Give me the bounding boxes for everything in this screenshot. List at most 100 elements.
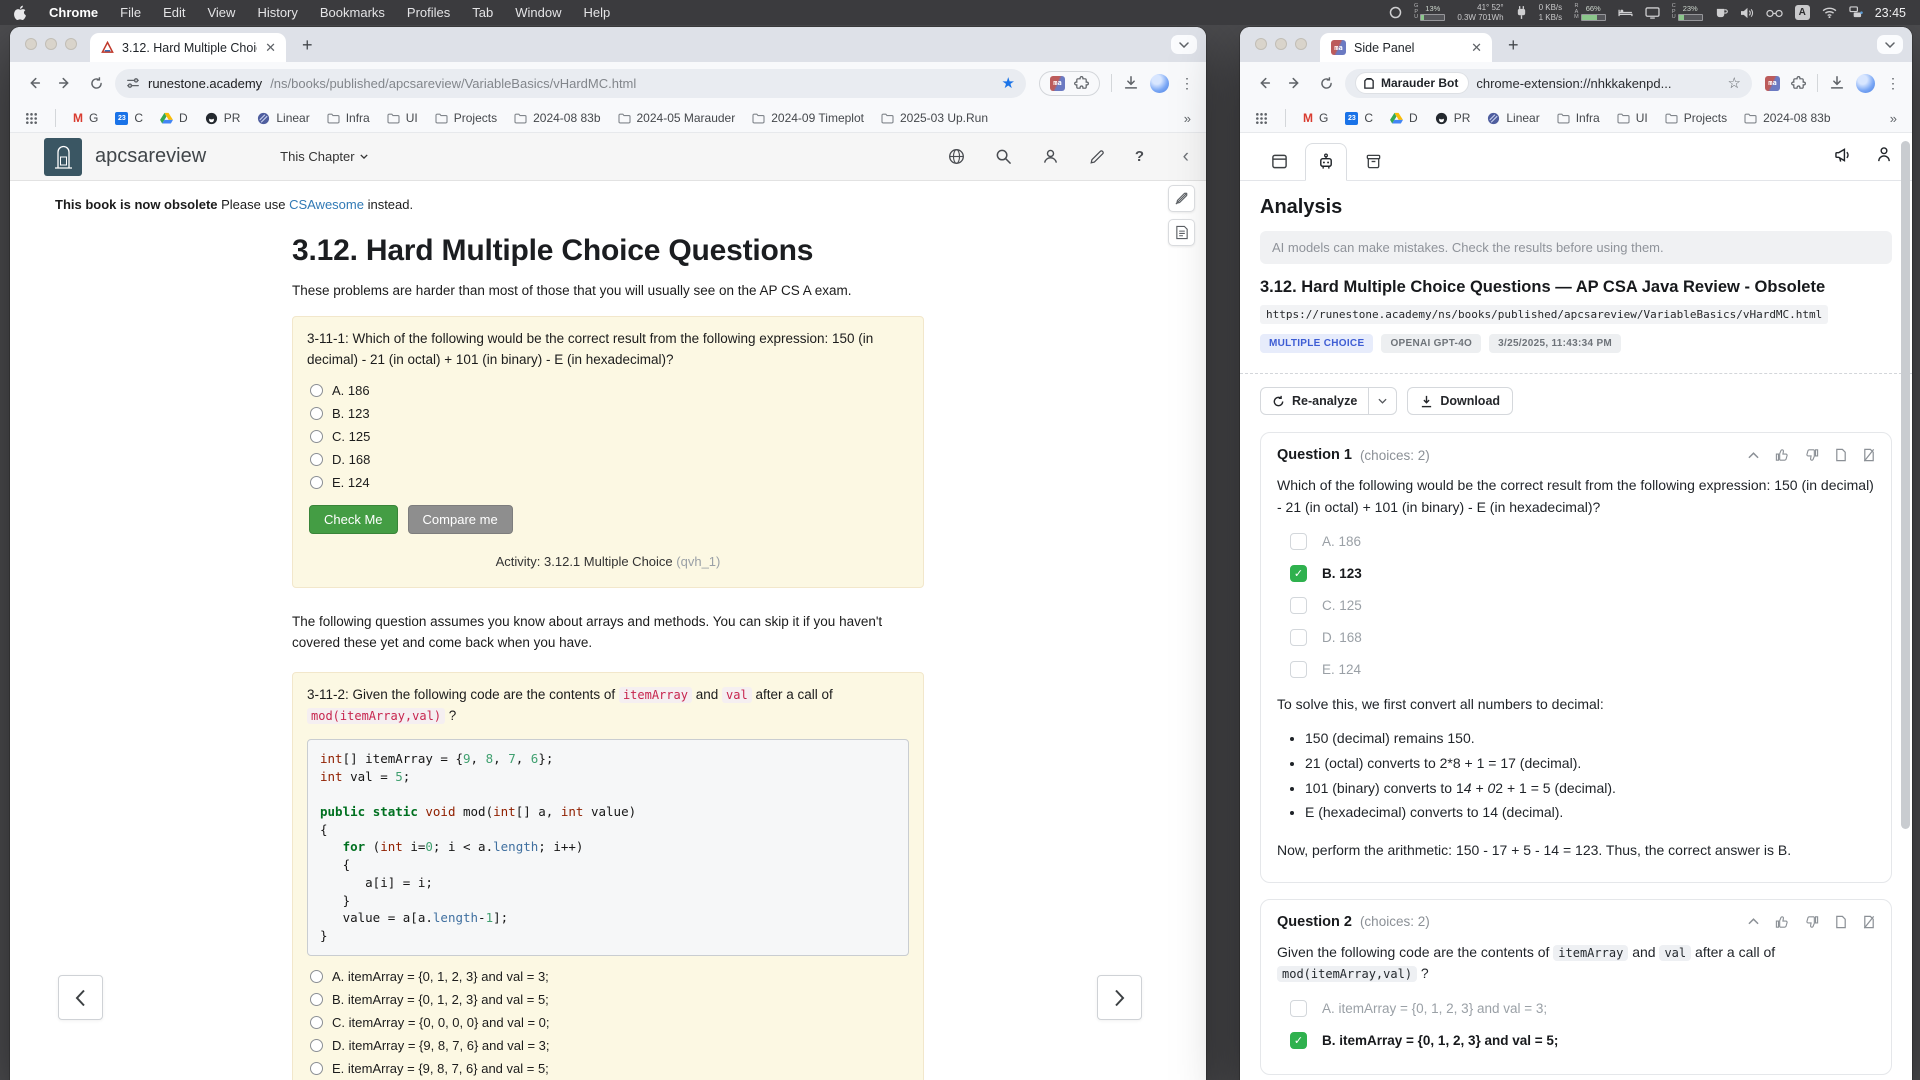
- panel-tab-pages[interactable]: [1258, 142, 1300, 180]
- checkbox-icon[interactable]: [1290, 533, 1307, 550]
- radio-icon[interactable]: [310, 1016, 323, 1029]
- tab-hard-multiple-choice[interactable]: 3.12. Hard Multiple Choice Qu ✕: [90, 33, 286, 62]
- search-icon[interactable]: [995, 148, 1012, 165]
- checkbox-icon[interactable]: [1290, 629, 1307, 646]
- download-button[interactable]: Download: [1407, 387, 1513, 415]
- this-chapter-dropdown[interactable]: This Chapter: [280, 149, 367, 164]
- profile-avatar[interactable]: [1150, 74, 1169, 93]
- checkbox-icon[interactable]: [1290, 661, 1307, 678]
- brand-title[interactable]: apcsareview: [95, 145, 206, 168]
- site-settings-icon[interactable]: [126, 76, 140, 90]
- menu-clock[interactable]: 23:45: [1875, 6, 1906, 20]
- menu-item-bookmarks[interactable]: Bookmarks: [320, 5, 385, 20]
- reanalyze-dropdown-button[interactable]: [1368, 388, 1396, 414]
- address-bar[interactable]: runestone.academy/ns/books/published/apc…: [115, 69, 1026, 98]
- bookmark-folder-projects[interactable]: Projects: [435, 111, 497, 125]
- forward-button[interactable]: [1283, 75, 1307, 91]
- close-window-button[interactable]: [1255, 38, 1267, 50]
- sleep-icon[interactable]: [1618, 7, 1633, 18]
- menu-item-file[interactable]: File: [120, 5, 141, 20]
- eyeglasses-icon[interactable]: [1766, 8, 1783, 18]
- tab-search-button[interactable]: [1171, 35, 1197, 54]
- pencil-icon[interactable]: [1089, 149, 1105, 165]
- q1-choice-e[interactable]: E. 124: [1290, 661, 1875, 678]
- chrome-menu-icon[interactable]: ⋮: [1886, 75, 1900, 92]
- checkbox-checked-icon[interactable]: ✓: [1290, 1032, 1307, 1049]
- caffeine-icon[interactable]: [1715, 7, 1728, 19]
- globe-icon[interactable]: [948, 148, 965, 165]
- bookmark-folder-2025-03[interactable]: 2025-03 Up.Run: [881, 111, 988, 125]
- radio-icon[interactable]: [310, 384, 323, 397]
- bookmark-linear[interactable]: Linear: [1487, 111, 1539, 125]
- bookmark-off-icon[interactable]: [1863, 915, 1875, 929]
- apps-grid-icon[interactable]: [25, 112, 38, 125]
- power-adapter-icon[interactable]: [1516, 5, 1527, 20]
- q1-choice-c[interactable]: C. 125: [1290, 597, 1875, 614]
- q1-choice-d[interactable]: D. 168: [1290, 629, 1875, 646]
- q1-option-b[interactable]: B. 123: [310, 406, 909, 421]
- display-icon[interactable]: [1645, 7, 1660, 19]
- bookmark-folder-ui[interactable]: UI: [1617, 111, 1648, 125]
- gpu-meter[interactable]: G P U 13%: [1414, 4, 1445, 21]
- csawesome-link[interactable]: CSAwesome: [289, 197, 364, 212]
- downloads-button[interactable]: [1829, 75, 1845, 91]
- power-stats[interactable]: 41° 52°0.3W 701Wh: [1457, 3, 1503, 22]
- checkbox-checked-icon[interactable]: ✓: [1290, 565, 1307, 582]
- zoom-window-button[interactable]: [65, 38, 77, 50]
- apple-menu-icon[interactable]: [14, 5, 27, 20]
- bookmark-gmail[interactable]: MG: [1303, 111, 1328, 125]
- cpu-meter[interactable]: C P U 23%: [1672, 4, 1703, 21]
- radio-icon[interactable]: [310, 407, 323, 420]
- compare-me-button[interactable]: Compare me: [408, 505, 513, 534]
- downloads-button[interactable]: [1123, 75, 1139, 91]
- q2-choice-a[interactable]: A. itemArray = {0, 1, 2, 3} and val = 3;: [1290, 1000, 1875, 1017]
- bookmarks-overflow-icon[interactable]: »: [1184, 111, 1191, 126]
- thumbs-up-icon[interactable]: [1775, 448, 1789, 462]
- radio-icon[interactable]: [310, 993, 323, 1006]
- panel-scrollbar[interactable]: [1901, 141, 1910, 829]
- bookmark-github-pr[interactable]: PR: [205, 111, 241, 125]
- user-icon[interactable]: [1876, 146, 1892, 163]
- panel-tab-archive[interactable]: [1352, 142, 1394, 180]
- megaphone-icon[interactable]: [1834, 147, 1852, 163]
- zoom-window-button[interactable]: [1295, 38, 1307, 50]
- record-icon[interactable]: [1389, 6, 1402, 19]
- bookmarks-overflow-icon[interactable]: »: [1890, 111, 1897, 126]
- tab-search-button[interactable]: [1877, 35, 1903, 54]
- bookmark-folder-2024-05[interactable]: 2024-05 Marauder: [618, 111, 736, 125]
- q2-option-e[interactable]: E. itemArray = {9, 8, 7, 6} and val = 5;: [310, 1061, 909, 1076]
- q1-option-c[interactable]: C. 125: [310, 429, 909, 444]
- menu-item-edit[interactable]: Edit: [163, 5, 185, 20]
- checkbox-icon[interactable]: [1290, 1000, 1307, 1017]
- q1-option-d[interactable]: D. 168: [310, 452, 909, 467]
- thumbs-down-icon[interactable]: [1805, 915, 1819, 929]
- menu-item-profiles[interactable]: Profiles: [407, 5, 450, 20]
- q1-option-a[interactable]: A. 186: [310, 383, 909, 398]
- new-tab-button[interactable]: +: [1508, 35, 1519, 56]
- bookmark-folder-infra[interactable]: Infra: [327, 111, 370, 125]
- q2-option-c[interactable]: C. itemArray = {0, 0, 0, 0} and val = 0;: [310, 1015, 909, 1030]
- extensions-puzzle-icon[interactable]: [1074, 76, 1089, 91]
- bookmark-calendar[interactable]: 23C: [115, 111, 143, 125]
- back-button[interactable]: [22, 75, 46, 91]
- menu-item-window[interactable]: Window: [515, 5, 561, 20]
- checkbox-icon[interactable]: [1290, 597, 1307, 614]
- q2-option-a[interactable]: A. itemArray = {0, 1, 2, 3} and val = 3;: [310, 969, 909, 984]
- menu-item-chrome[interactable]: Chrome: [49, 5, 98, 20]
- bookmark-drive[interactable]: D: [160, 111, 188, 125]
- bookmark-icon[interactable]: [1835, 915, 1847, 929]
- reload-button[interactable]: [1314, 76, 1338, 91]
- q2-option-b[interactable]: B. itemArray = {0, 1, 2, 3} and val = 5;: [310, 992, 909, 1007]
- sidebar-collapse-icon[interactable]: ‹: [1183, 146, 1189, 168]
- bookmark-folder-infra[interactable]: Infra: [1557, 111, 1600, 125]
- q2-choice-b[interactable]: ✓B. itemArray = {0, 1, 2, 3} and val = 5…: [1290, 1032, 1875, 1049]
- bookmark-github-pr[interactable]: PR: [1435, 111, 1471, 125]
- reload-button[interactable]: [84, 76, 108, 91]
- scratchpad-toggle-button[interactable]: [1168, 185, 1195, 212]
- network-stats[interactable]: 0 KB/s1 KB/s: [1539, 3, 1563, 22]
- thumbs-up-icon[interactable]: [1775, 915, 1789, 929]
- menu-item-view[interactable]: View: [207, 5, 235, 20]
- collapse-chevron-icon[interactable]: [1748, 452, 1759, 459]
- chrome-menu-icon[interactable]: ⋮: [1180, 75, 1194, 92]
- close-window-button[interactable]: [25, 38, 37, 50]
